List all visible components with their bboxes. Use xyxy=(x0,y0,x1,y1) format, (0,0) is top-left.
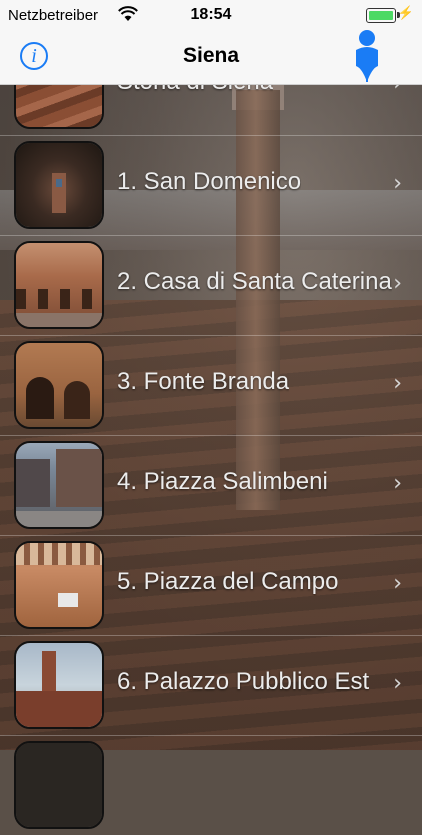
list-item-label: 3. Fonte Branda xyxy=(117,368,290,395)
chevron-right-icon: › xyxy=(393,671,402,696)
list-item-next-partial[interactable] xyxy=(0,735,422,835)
list-item-palazzo-pubblico[interactable]: 6. Palazzo Pubblico Est › xyxy=(0,635,422,736)
list-item-piazza-salimbeni[interactable]: 4. Piazza Salimbeni › xyxy=(0,435,422,536)
navigation-bar: i Siena xyxy=(0,30,422,85)
map-pin-icon[interactable] xyxy=(352,28,382,84)
list-item-label: 4. Piazza Salimbeni xyxy=(117,468,328,495)
thumbnail-palazzo-pubblico xyxy=(14,641,104,729)
list-item-label: 1. San Domenico xyxy=(117,168,302,195)
chevron-right-icon: › xyxy=(393,471,402,496)
charging-icon: ⚡ xyxy=(397,5,414,20)
list-item-san-domenico[interactable]: 1. San Domenico › xyxy=(0,135,422,236)
list-item-label: 2. Casa di Santa Caterina xyxy=(117,268,392,295)
list-item-label: 6. Palazzo Pubblico Est xyxy=(117,668,370,695)
list-item-piazza-campo[interactable]: 5. Piazza del Campo › xyxy=(0,535,422,636)
list-item-label: 5. Piazza del Campo xyxy=(117,568,339,595)
chevron-right-icon: › xyxy=(393,371,402,396)
chevron-right-icon: › xyxy=(393,571,402,596)
list-item-casa-caterina[interactable]: 2. Casa di Santa Caterina › xyxy=(0,235,422,336)
thumbnail-san-domenico xyxy=(14,141,104,229)
chevron-right-icon: › xyxy=(393,171,402,196)
chevron-right-icon: › xyxy=(393,271,402,296)
battery-icon xyxy=(366,8,396,23)
status-bar: Netzbetreiber 18:54 ⚡ xyxy=(0,0,422,30)
thumbnail-fonte-branda xyxy=(14,341,104,429)
thumbnail-casa-caterina xyxy=(14,241,104,329)
thumbnail-next xyxy=(14,741,104,829)
thumbnail-piazza-salimbeni xyxy=(14,441,104,529)
status-time: 18:54 xyxy=(190,6,232,23)
thumbnail-piazza-campo xyxy=(14,541,104,629)
list-item-fonte-branda[interactable]: 3. Fonte Branda › xyxy=(0,335,422,436)
